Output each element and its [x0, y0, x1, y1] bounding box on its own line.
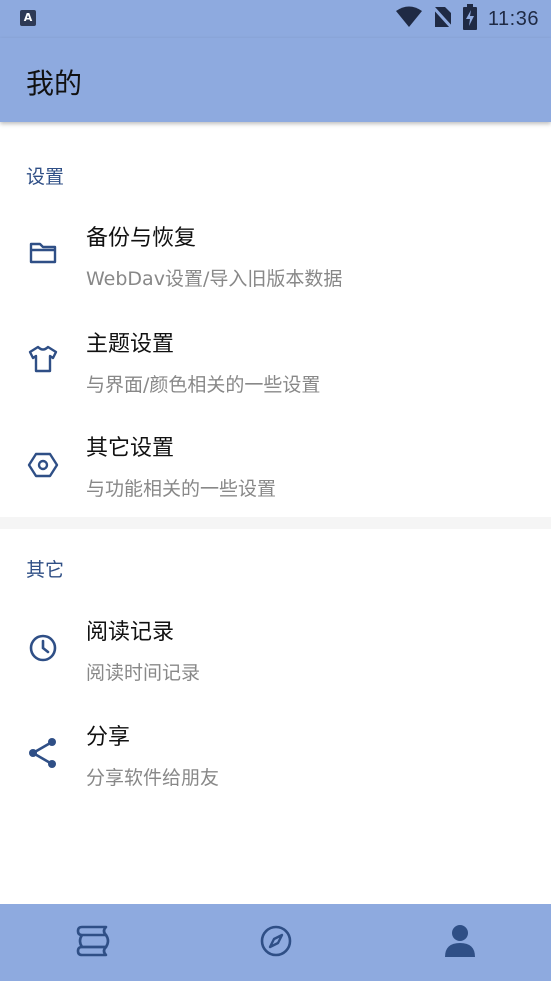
share-icon — [24, 734, 62, 772]
item-subtitle: 与界面/颜色相关的一些设置 — [86, 374, 321, 396]
app-bar: 我的 — [0, 38, 551, 122]
item-subtitle: 分享软件给朋友 — [86, 767, 220, 789]
app-notification-icon: A — [20, 10, 36, 26]
item-title: 阅读记录 — [86, 620, 175, 645]
battery-charging-icon — [462, 4, 478, 34]
item-subtitle: 阅读时间记录 — [86, 662, 201, 684]
hexagon-settings-icon — [24, 446, 62, 484]
item-title: 备份与恢复 — [86, 226, 197, 251]
compass-icon — [256, 921, 296, 965]
no-sim-icon — [431, 5, 454, 33]
page-title: 我的 — [26, 67, 83, 100]
section-header-other: 其它 — [26, 559, 65, 581]
person-icon — [440, 921, 480, 965]
list-item-other-settings[interactable]: 其它设置 与功能相关的一些设置 — [0, 412, 551, 516]
nav-tab-discover[interactable] — [184, 904, 367, 981]
settings-list: 设置 备份与恢复 WebDav设置/导入旧版本数据 主题设置 与界面/颜色相关的… — [0, 122, 551, 904]
list-item-share[interactable]: 分享 分享软件给朋友 — [0, 701, 551, 805]
status-icons: 11:36 — [395, 4, 539, 34]
item-title: 分享 — [86, 725, 131, 750]
list-item-reading-record[interactable]: 阅读记录 阅读时间记录 — [0, 596, 551, 700]
nav-tab-bookshelf[interactable] — [0, 904, 183, 981]
clock-icon — [24, 629, 62, 667]
nav-tab-mine[interactable] — [368, 904, 551, 981]
item-subtitle: 与功能相关的一些设置 — [86, 478, 277, 500]
item-title: 主题设置 — [86, 332, 175, 357]
tshirt-icon — [24, 340, 62, 378]
section-header-settings: 设置 — [26, 166, 65, 188]
wifi-icon — [395, 6, 422, 32]
item-title: 其它设置 — [86, 436, 175, 461]
folder-icon — [24, 234, 62, 272]
bookshelf-icon — [72, 921, 112, 965]
list-item-theme-settings[interactable]: 主题设置 与界面/颜色相关的一些设置 — [0, 308, 551, 412]
item-subtitle: WebDav设置/导入旧版本数据 — [86, 268, 343, 290]
status-bar: A 11:36 — [0, 0, 551, 38]
list-item-backup-restore[interactable]: 备份与恢复 WebDav设置/导入旧版本数据 — [0, 202, 551, 306]
status-time: 11:36 — [487, 7, 539, 30]
section-divider — [0, 517, 551, 529]
bottom-navigation — [0, 904, 551, 981]
